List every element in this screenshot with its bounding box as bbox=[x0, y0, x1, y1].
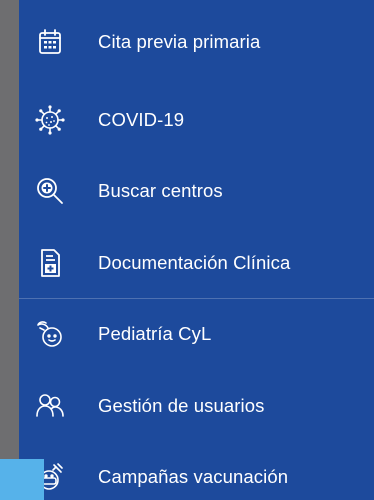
menu-item-pediatria[interactable]: Pediatría CyL bbox=[19, 299, 374, 371]
menu-item-label: Gestión de usuarios bbox=[98, 394, 265, 416]
search-plus-icon bbox=[33, 174, 67, 208]
calendar-icon bbox=[33, 25, 67, 59]
menu-item-label: Cita previa primaria bbox=[98, 31, 261, 52]
menu-item-label: Campañas vacunación bbox=[98, 466, 289, 488]
menu-item-campanas-vacunacion[interactable]: Campañas vacunación bbox=[19, 442, 374, 500]
menu-item-label: Buscar centros bbox=[98, 180, 223, 202]
menu-item-label: Pediatría CyL bbox=[98, 323, 212, 345]
menu-item-documentacion[interactable]: Documentación Clínica bbox=[19, 227, 374, 299]
menu-item-buscar-centros[interactable]: Buscar centros bbox=[19, 156, 374, 228]
baby-icon bbox=[33, 317, 67, 351]
menu-item-label: Documentación Clínica bbox=[98, 251, 291, 273]
document-cross-icon bbox=[33, 246, 67, 280]
menu-item-covid[interactable]: COVID-19 bbox=[19, 84, 374, 156]
menu-item-cita-previa[interactable]: Cita previa primaria bbox=[19, 0, 374, 84]
corner-accent bbox=[0, 459, 44, 500]
virus-icon bbox=[33, 103, 67, 137]
menu-item-gestion-usuarios[interactable]: Gestión de usuarios bbox=[19, 370, 374, 442]
users-icon bbox=[33, 389, 67, 423]
menu-item-label: COVID-19 bbox=[98, 108, 185, 130]
side-menu: Cita previa primaria COVID-19 Buscar cen… bbox=[19, 0, 374, 500]
